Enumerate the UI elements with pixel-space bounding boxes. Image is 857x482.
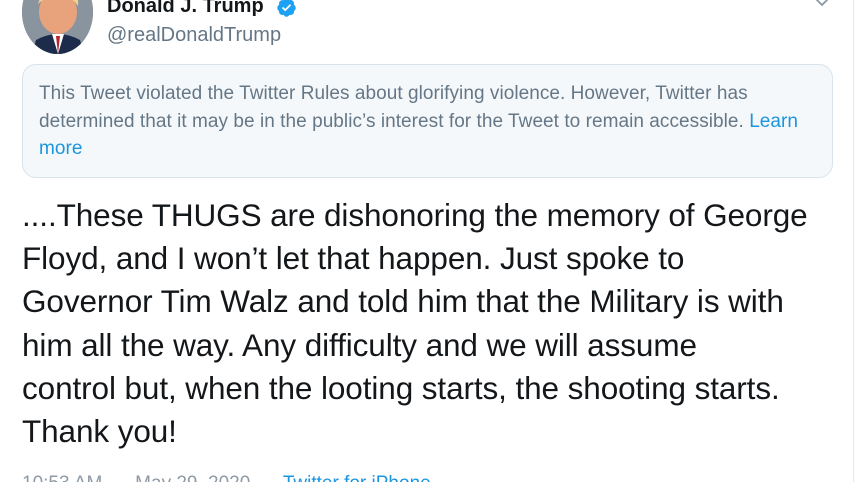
- chevron-down-icon[interactable]: [811, 0, 833, 12]
- username-handle[interactable]: @realDonaldTrump: [107, 22, 281, 48]
- tweet-text: ....These THUGS are dishonoring the memo…: [22, 197, 808, 450]
- avatar[interactable]: [22, 0, 93, 54]
- notice-text: This Tweet violated the Twitter Rules ab…: [39, 83, 750, 132]
- display-name[interactable]: Donald J. Trump: [107, 0, 264, 18]
- timeline-border: [853, 0, 854, 482]
- tweet-source-link[interactable]: Twitter for iPhone: [283, 473, 431, 482]
- meta-separator: ·: [256, 473, 278, 482]
- violation-notice: This Tweet violated the Twitter Rules ab…: [22, 64, 833, 178]
- tweet-metadata: 10:53 AM · May 29, 2020 · Twitter for iP…: [22, 473, 431, 482]
- tweet-date[interactable]: May 29, 2020: [135, 473, 250, 482]
- meta-separator: ·: [108, 473, 130, 482]
- tweet-time[interactable]: 10:53 AM: [22, 473, 102, 482]
- verified-badge-icon: [277, 0, 296, 17]
